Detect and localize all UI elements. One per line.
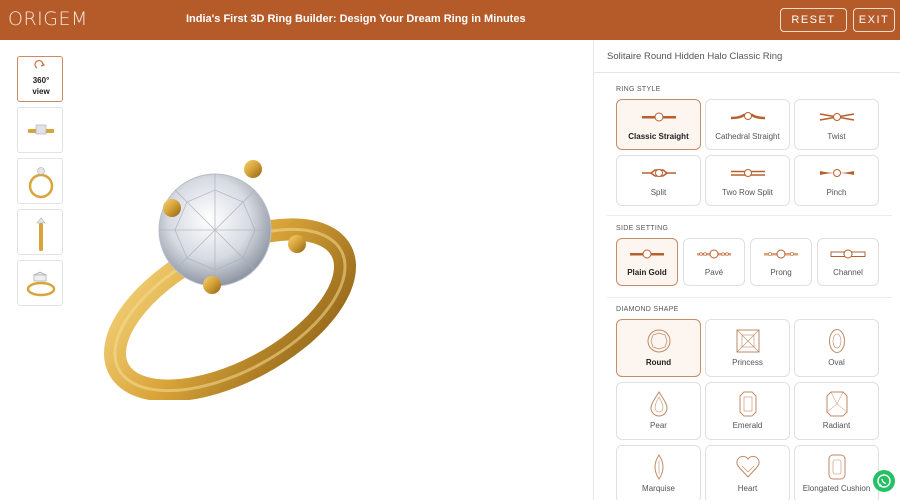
diamond-shape-label: Round bbox=[645, 358, 672, 367]
ring-builder-panel: Solitaire Round Hidden Halo Classic Ring… bbox=[593, 41, 900, 500]
diamond-shape-label: Marquise bbox=[642, 484, 675, 493]
ring-profile-thumb-icon bbox=[36, 217, 46, 251]
emerald-diamond-icon bbox=[739, 391, 756, 417]
pear-diamond-icon bbox=[649, 391, 668, 417]
thumb-360-view[interactable]: 360° view bbox=[17, 56, 63, 102]
ring-side-thumb-icon bbox=[28, 124, 54, 135]
diamond-shape-marquise[interactable]: Marquise bbox=[616, 445, 701, 500]
thumb-360-sublabel: view bbox=[32, 87, 50, 96]
side-setting-heading: SIDE SETTING bbox=[616, 225, 669, 232]
section-divider bbox=[607, 215, 892, 216]
diamond-shape-label: Pear bbox=[650, 421, 667, 430]
diamond-shape-label: Emerald bbox=[732, 421, 763, 430]
ring-pinch-icon bbox=[819, 169, 854, 177]
prong-band-icon bbox=[764, 249, 798, 259]
exit-button[interactable]: EXIT bbox=[853, 8, 895, 32]
ring-style-label: Pinch bbox=[826, 188, 847, 197]
ring-3d-preview[interactable] bbox=[90, 150, 370, 402]
reset-button[interactable]: RESET bbox=[780, 8, 847, 32]
ring-style-two-row-split[interactable]: Two Row Split bbox=[705, 155, 790, 206]
ring-style-label: Cathedral Straight bbox=[715, 132, 780, 141]
diamond-shape-princess[interactable]: Princess bbox=[705, 319, 790, 377]
ring-style-label: Split bbox=[650, 188, 667, 197]
ring-style-label: Twist bbox=[827, 132, 846, 141]
rotate-360-icon bbox=[34, 59, 46, 69]
thumb-side-view[interactable] bbox=[17, 107, 63, 153]
ring-split-icon bbox=[641, 169, 676, 177]
diamond-shape-elongated-cushion[interactable]: Elongated Cushion bbox=[794, 445, 879, 500]
side-setting-plain-gold[interactable]: Plain Gold bbox=[616, 238, 678, 286]
round-diamond-icon bbox=[647, 329, 670, 353]
ring-style-heading: RING STYLE bbox=[616, 86, 661, 93]
ring-style-label: Two Row Split bbox=[722, 188, 773, 197]
diamond-shape-label: Oval bbox=[828, 358, 845, 367]
ring-perspective-thumb-icon bbox=[26, 271, 56, 297]
side-setting-label: Plain Gold bbox=[627, 268, 667, 277]
diamond-shape-emerald[interactable]: Emerald bbox=[705, 382, 790, 440]
ring-style-label: Classic Straight bbox=[628, 132, 689, 141]
diamond-shape-label: Radiant bbox=[822, 421, 851, 430]
diamond-shape-heart[interactable]: Heart bbox=[705, 445, 790, 500]
side-setting-prong[interactable]: Prong bbox=[750, 238, 812, 286]
section-divider bbox=[607, 297, 892, 298]
diamond-shape-pear[interactable]: Pear bbox=[616, 382, 701, 440]
side-setting-channel[interactable]: Channel bbox=[817, 238, 879, 286]
thumb-profile-view[interactable] bbox=[17, 209, 63, 255]
radiant-diamond-icon bbox=[826, 391, 847, 417]
brand-logo[interactable]: ORIGEM bbox=[8, 8, 88, 30]
thumb-perspective-view[interactable] bbox=[17, 260, 63, 306]
diamond-shape-label: Elongated Cushion bbox=[802, 484, 871, 493]
side-setting-pave[interactable]: Pavé bbox=[683, 238, 745, 286]
ring-name-title: Solitaire Round Hidden Halo Classic Ring bbox=[594, 41, 900, 73]
channel-band-icon bbox=[830, 249, 866, 259]
diamond-shape-heading: DIAMOND SHAPE bbox=[616, 306, 679, 313]
plain-band-icon bbox=[630, 249, 664, 259]
thumb-360-label: 360° bbox=[32, 76, 50, 85]
diamond-shape-round[interactable]: Round bbox=[616, 319, 701, 377]
header-tagline: India's First 3D Ring Builder: Design Yo… bbox=[186, 13, 526, 25]
diamond-shape-oval[interactable]: Oval bbox=[794, 319, 879, 377]
ring-style-twist[interactable]: Twist bbox=[794, 99, 879, 150]
marquise-diamond-icon bbox=[654, 454, 663, 480]
ring-band-icon bbox=[641, 112, 676, 122]
side-setting-label: Pavé bbox=[704, 268, 724, 277]
oval-diamond-icon bbox=[828, 329, 845, 353]
side-setting-label: Channel bbox=[833, 268, 863, 277]
diamond-shape-label: Princess bbox=[732, 358, 763, 367]
heart-diamond-icon bbox=[735, 455, 760, 478]
ring-style-pinch[interactable]: Pinch bbox=[794, 155, 879, 206]
pave-band-icon bbox=[697, 249, 731, 259]
whatsapp-icon bbox=[877, 474, 891, 488]
princess-diamond-icon bbox=[736, 329, 759, 353]
ring-twist-icon bbox=[819, 113, 854, 121]
ring-two-row-icon bbox=[730, 169, 765, 177]
diamond-shape-radiant[interactable]: Radiant bbox=[794, 382, 879, 440]
side-setting-label: Prong bbox=[770, 268, 792, 277]
whatsapp-chat-button[interactable] bbox=[873, 470, 895, 492]
diamond-shape-label: Heart bbox=[737, 484, 758, 493]
ring-style-cathedral-straight[interactable]: Cathedral Straight bbox=[705, 99, 790, 150]
ring-band-icon bbox=[730, 112, 765, 120]
ring-style-split[interactable]: Split bbox=[616, 155, 701, 206]
ring-style-classic-straight[interactable]: Classic Straight bbox=[616, 99, 701, 150]
ring-front-thumb-icon bbox=[28, 167, 54, 199]
thumb-front-view[interactable] bbox=[17, 158, 63, 204]
top-header: ORIGEM India's First 3D Ring Builder: De… bbox=[0, 0, 900, 40]
cushion-diamond-icon bbox=[828, 454, 845, 480]
